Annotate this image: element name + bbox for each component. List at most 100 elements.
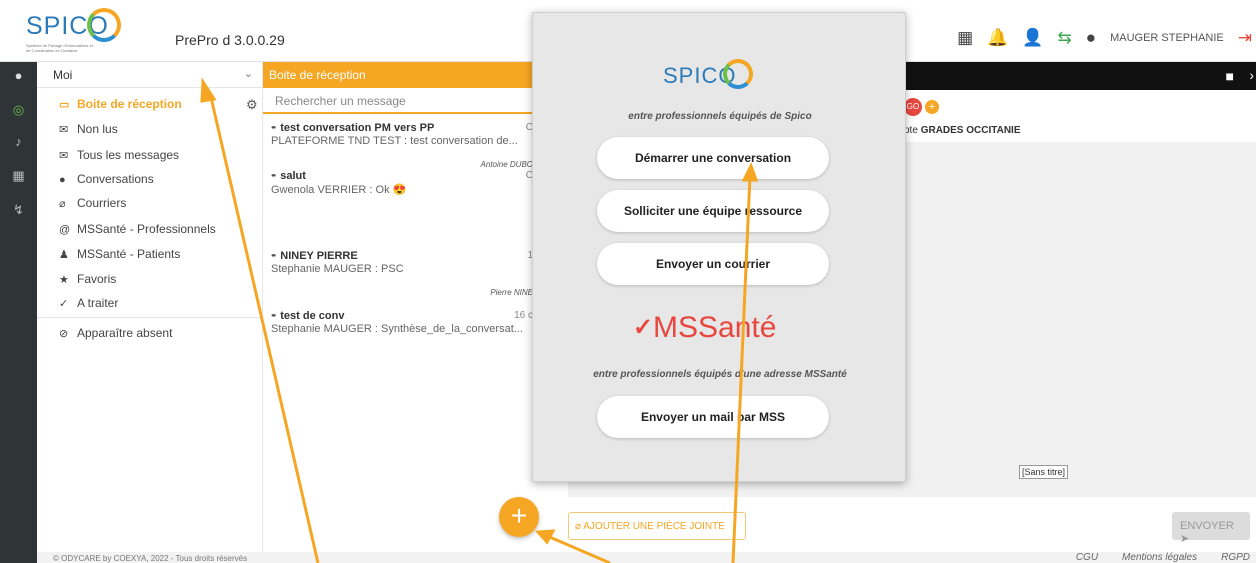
send-label: ENVOYER [1180,520,1234,532]
message-preview: Stephanie MAUGER : Synthèse_de_la_conver… [271,323,523,335]
logo-subtitle: Système de Partage d'Informations et de … [26,43,93,53]
mss-logo-text: MSSanté [653,311,777,344]
grid-icon[interactable]: ▦ [957,28,973,48]
mailbox-selector-value: Moi [53,68,73,82]
logo-ring-icon [87,8,121,42]
version-label: PrePro d 3.0.0.29 [175,32,285,48]
new-action-modal: SPICO entre professionnels équipés de Sp… [532,12,906,482]
send-button[interactable]: ENVOYER ➤ [1172,512,1250,545]
paperclip-icon: ⌀ [575,521,584,532]
start-conversation-button[interactable]: Démarrer une conversation [597,137,829,179]
folder-label: Favoris [77,272,117,286]
logo-ring-icon [723,59,753,89]
close-icon[interactable]: › [1249,67,1254,83]
folder-label: Non lus [77,122,118,136]
folder-label: Boite de réception [77,97,182,111]
link-cgu[interactable]: CGU [1076,552,1098,563]
attach-label: AJOUTER UNE PIÈCE JOINTE [583,521,725,532]
network-icon[interactable]: ⇆ [1058,28,1072,48]
user-name[interactable]: MAUGER STEPHANIE [1110,32,1224,44]
check-icon: ✓ [59,298,69,310]
attach-button[interactable]: ⌀ AJOUTER UNE PIÈCE JOINTE [568,512,746,540]
user-icon: ♟ [59,249,69,261]
person-icon[interactable]: 👤 [1022,28,1043,48]
folder-conversations[interactable]: ● Conversations [59,172,154,186]
folder-label: MSSanté - Professionnels [77,222,216,236]
add-participant-icon[interactable]: + [925,100,939,114]
appear-absent-toggle[interactable]: ⊘ Apparaître absent [59,326,172,340]
folder-courriers[interactable]: ⌀ Courriers [59,196,126,210]
message-author: Antoine DUBO [480,160,533,169]
folder-mssante-patients[interactable]: ♟ MSSanté - Patients [59,247,180,261]
footer: © ODYCARE by COEXYA, 2022 - Tous droits … [37,552,1256,563]
bell-nav-icon[interactable]: ♪ [9,134,28,149]
folder-label: Tous les messages [77,148,180,162]
at-icon: @ [59,224,71,236]
copyright: © ODYCARE by COEXYA, 2022 - Tous droits … [53,554,248,563]
folder-label: MSSanté - Patients [77,247,181,261]
message-title: test de conv [271,310,533,322]
video-camera-icon[interactable]: ■ [1226,68,1234,84]
header-toolbar: ▦ 🔔 👤 ⇆ ● MAUGER STEPHANIE ⇥ [957,28,1252,48]
star-icon: ★ [59,274,69,286]
account-label-prefix: pte [904,125,918,136]
account-label-name: GRADES OCCITANIE [920,125,1021,136]
message-preview: PLATEFORME TND TEST : test conversation … [271,135,518,147]
spico-logo[interactable]: SPICO Système de Partage d'Informations … [22,6,152,58]
spico-subtitle: entre professionnels équipés de Spico [628,111,812,122]
link-mentions[interactable]: Mentions légales [1122,552,1197,563]
folder-panel: Moi ⌄ ▭ Boite de réception ⚙ ✉ Non lus ✉ To… [37,62,263,552]
inbox-icon: ▭ [59,99,70,111]
new-message-button[interactable]: + [499,497,539,537]
chat-icon: ● [59,174,66,186]
message-preview: Stephanie MAUGER : PSC [271,263,404,275]
spico-logo: SPICO [663,57,773,105]
calendar-icon[interactable]: ▦ [9,168,28,184]
chevron-down-icon: ⌄ [243,68,253,80]
folder-label: Conversations [77,172,154,186]
message-author: Pierre NINE [490,288,533,297]
search-input[interactable]: Rechercher un message [263,88,538,114]
folder-mssante-pros[interactable]: @ MSSanté - Professionnels [59,222,216,236]
account-label: pte GRADES OCCITANIE [904,125,1021,136]
mss-subtitle: entre professionnels équipés d'une adres… [593,369,847,380]
list-item[interactable]: salut Gwenola VERRIER : Ok 😍 C [271,170,533,210]
mss-check-icon: ✓ [633,314,654,341]
route-icon[interactable]: ↯ [9,202,28,218]
list-item[interactable]: NINEY PIERRE Stephanie MAUGER : PSC 1 Pi… [271,250,533,300]
avatar-icon[interactable]: ● [1086,28,1096,48]
left-nav-rail: ● ◎ ♪ ▦ ↯ [0,62,37,563]
send-icon: ➤ [1180,533,1190,545]
request-team-button[interactable]: Solliciter une équipe ressource [597,190,829,232]
logout-icon[interactable]: ⇥ [1238,28,1252,48]
footer-links: CGU Mentions légales RGPD [1076,552,1250,563]
message-list-title: Boite de réception [263,62,538,88]
folder-inbox[interactable]: ▭ Boite de réception [59,97,182,111]
send-courrier-button[interactable]: Envoyer un courrier [597,243,829,285]
folder-unread[interactable]: ✉ Non lus [59,122,118,136]
divider [37,317,263,318]
spico-nav-icon[interactable]: ◎ [9,102,28,118]
folder-all-messages[interactable]: ✉ Tous les messages [59,148,179,162]
folder-to-process[interactable]: ✓ A traiter [59,296,118,310]
send-mss-mail-button[interactable]: Envoyer un mail par MSS [597,396,829,438]
list-item[interactable]: test conversation PM vers PP PLATEFORME … [271,122,533,176]
mssante-logo: ✓ MSSanté [633,311,803,351]
message-date: 16 c [514,310,533,321]
profile-icon[interactable]: ● [9,68,28,83]
bell-icon[interactable]: 🔔 [987,28,1008,48]
envelope-icon: ✉ [59,124,69,136]
message-title: salut [271,170,533,182]
gear-icon[interactable]: ⚙ [246,97,258,113]
folder-label: Courriers [77,196,127,210]
message-list-panel: Boite de réception Rechercher un message… [263,62,538,552]
mailbox-selector[interactable]: Moi ⌄ [37,62,263,88]
absent-label: Apparaître absent [77,326,173,340]
paperclip-icon: ⌀ [59,198,66,210]
folder-favorites[interactable]: ★ Favoris [59,272,116,286]
message-title: NINEY PIERRE [271,250,533,262]
list-item[interactable]: test de conv Stephanie MAUGER : Synthèse… [271,310,533,350]
untitled-label[interactable]: [Sans titre] [1019,465,1069,479]
link-rgpd[interactable]: RGPD [1221,552,1250,563]
message-title: test conversation PM vers PP [271,122,533,134]
